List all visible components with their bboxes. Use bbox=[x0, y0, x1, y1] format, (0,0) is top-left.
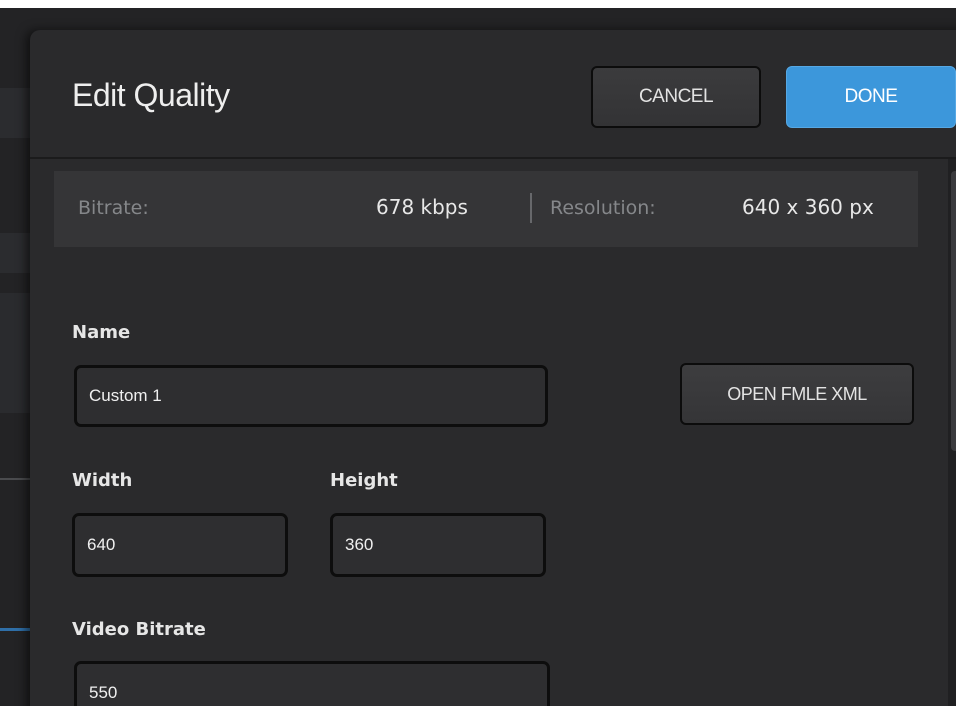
resolution-label: Resolution: bbox=[550, 197, 656, 219]
dialog-content: Bitrate: 678 kbps Resolution: 640 x 360 … bbox=[30, 159, 948, 706]
resolution-value: 640 x 360 px bbox=[742, 195, 874, 219]
bitrate-label: Bitrate: bbox=[78, 197, 149, 219]
name-label: Name bbox=[72, 322, 131, 343]
name-input[interactable] bbox=[74, 365, 548, 427]
dialog-title: Edit Quality bbox=[72, 77, 230, 113]
screen: Edit Quality CANCEL DONE Bitrate: 678 kb… bbox=[0, 0, 956, 706]
height-label: Height bbox=[330, 470, 398, 491]
background-accent-line bbox=[0, 628, 30, 631]
scrollbar[interactable] bbox=[948, 159, 956, 706]
scroll-thumb[interactable] bbox=[951, 171, 956, 451]
cancel-button[interactable]: CANCEL bbox=[591, 66, 761, 128]
dialog-header: Edit Quality CANCEL DONE bbox=[30, 30, 956, 159]
edit-quality-dialog: Edit Quality CANCEL DONE Bitrate: 678 kb… bbox=[30, 30, 956, 706]
height-input[interactable] bbox=[330, 513, 546, 577]
bitrate-value: 678 kbps bbox=[376, 195, 468, 219]
info-bar: Bitrate: 678 kbps Resolution: 640 x 360 … bbox=[54, 171, 918, 247]
width-input[interactable] bbox=[72, 513, 288, 577]
info-separator bbox=[530, 193, 532, 223]
video-bitrate-label: Video Bitrate bbox=[72, 619, 206, 640]
background-divider bbox=[0, 478, 30, 480]
open-fmle-xml-button[interactable]: OPEN FMLE XML bbox=[680, 363, 914, 425]
done-button[interactable]: DONE bbox=[786, 66, 956, 128]
video-bitrate-input[interactable] bbox=[74, 661, 550, 706]
width-label: Width bbox=[72, 470, 133, 491]
